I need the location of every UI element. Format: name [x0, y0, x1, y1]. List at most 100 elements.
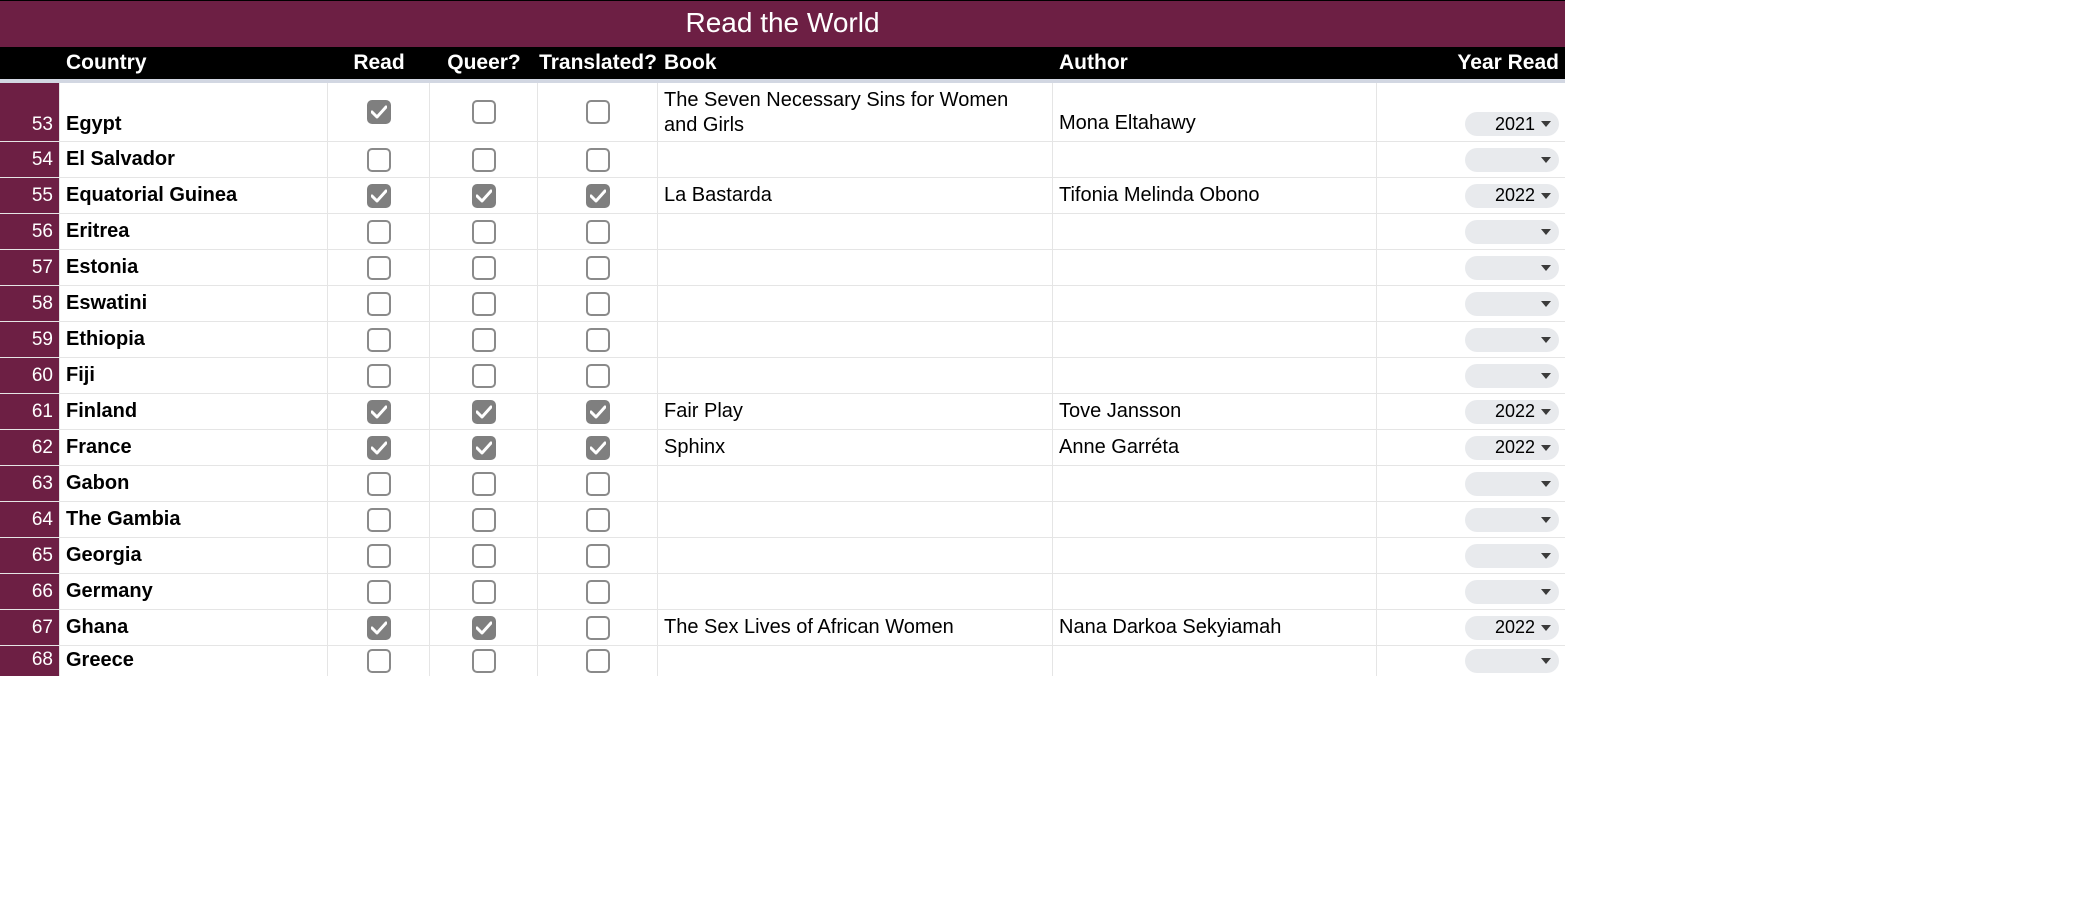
cell-country[interactable]: Germany: [60, 574, 328, 609]
header-queer[interactable]: Queer?: [430, 47, 538, 79]
checkbox-translated[interactable]: [586, 508, 610, 532]
checkbox-queer[interactable]: [472, 400, 496, 424]
cell-translated[interactable]: [538, 466, 658, 501]
cell-read[interactable]: [328, 610, 430, 645]
cell-country[interactable]: Equatorial Guinea: [60, 178, 328, 213]
checkbox-read[interactable]: [367, 649, 391, 673]
cell-queer[interactable]: [430, 178, 538, 213]
cell-author[interactable]: Anne Garréta: [1053, 430, 1377, 465]
cell-translated[interactable]: [538, 286, 658, 321]
checkbox-read[interactable]: [367, 472, 391, 496]
row-number[interactable]: 56: [0, 214, 60, 249]
cell-country[interactable]: Eswatini: [60, 286, 328, 321]
year-dropdown[interactable]: 2021: [1465, 112, 1559, 136]
cell-author[interactable]: [1053, 214, 1377, 249]
row-number[interactable]: 60: [0, 358, 60, 393]
cell-country[interactable]: The Gambia: [60, 502, 328, 537]
checkbox-read[interactable]: [367, 508, 391, 532]
cell-read[interactable]: [328, 502, 430, 537]
checkbox-translated[interactable]: [586, 436, 610, 460]
cell-country[interactable]: France: [60, 430, 328, 465]
cell-queer[interactable]: [430, 610, 538, 645]
year-dropdown[interactable]: [1465, 292, 1559, 316]
year-dropdown[interactable]: [1465, 148, 1559, 172]
cell-queer[interactable]: [430, 214, 538, 249]
cell-queer[interactable]: [430, 358, 538, 393]
cell-year[interactable]: [1377, 322, 1565, 357]
row-number[interactable]: 54: [0, 142, 60, 177]
checkbox-queer[interactable]: [472, 472, 496, 496]
cell-book[interactable]: [658, 214, 1053, 249]
cell-read[interactable]: [328, 646, 430, 676]
header-author[interactable]: Author: [1053, 47, 1377, 79]
row-number[interactable]: 61: [0, 394, 60, 429]
checkbox-translated[interactable]: [586, 472, 610, 496]
header-translated[interactable]: Translated?: [538, 47, 658, 79]
checkbox-read[interactable]: [367, 292, 391, 316]
cell-year[interactable]: [1377, 214, 1565, 249]
checkbox-translated[interactable]: [586, 100, 610, 124]
cell-read[interactable]: [328, 322, 430, 357]
header-read[interactable]: Read: [328, 47, 430, 79]
cell-translated[interactable]: [538, 430, 658, 465]
checkbox-queer[interactable]: [472, 508, 496, 532]
cell-read[interactable]: [328, 250, 430, 285]
checkbox-read[interactable]: [367, 364, 391, 388]
checkbox-translated[interactable]: [586, 292, 610, 316]
header-year[interactable]: Year Read: [1377, 47, 1565, 79]
cell-book[interactable]: [658, 574, 1053, 609]
cell-country[interactable]: Ethiopia: [60, 322, 328, 357]
checkbox-translated[interactable]: [586, 649, 610, 673]
checkbox-translated[interactable]: [586, 364, 610, 388]
checkbox-queer[interactable]: [472, 256, 496, 280]
cell-queer[interactable]: [430, 394, 538, 429]
row-number[interactable]: 65: [0, 538, 60, 573]
row-number[interactable]: 57: [0, 250, 60, 285]
row-number[interactable]: 68: [0, 646, 60, 676]
row-number[interactable]: 67: [0, 610, 60, 645]
cell-country[interactable]: Georgia: [60, 538, 328, 573]
cell-translated[interactable]: [538, 610, 658, 645]
row-number[interactable]: 64: [0, 502, 60, 537]
cell-translated[interactable]: [538, 322, 658, 357]
header-country[interactable]: Country: [60, 47, 328, 79]
row-number[interactable]: 53: [0, 83, 60, 141]
cell-read[interactable]: [328, 466, 430, 501]
checkbox-translated[interactable]: [586, 400, 610, 424]
cell-year[interactable]: [1377, 358, 1565, 393]
year-dropdown[interactable]: [1465, 364, 1559, 388]
cell-book[interactable]: [658, 502, 1053, 537]
cell-author[interactable]: [1053, 466, 1377, 501]
checkbox-read[interactable]: [367, 436, 391, 460]
cell-translated[interactable]: [538, 250, 658, 285]
checkbox-translated[interactable]: [586, 148, 610, 172]
cell-book[interactable]: Fair Play: [658, 394, 1053, 429]
cell-book[interactable]: [658, 250, 1053, 285]
cell-country[interactable]: Greece: [60, 646, 328, 676]
checkbox-queer[interactable]: [472, 292, 496, 316]
cell-year[interactable]: [1377, 286, 1565, 321]
cell-read[interactable]: [328, 538, 430, 573]
checkbox-queer[interactable]: [472, 220, 496, 244]
row-number[interactable]: 66: [0, 574, 60, 609]
cell-book[interactable]: [658, 466, 1053, 501]
cell-translated[interactable]: [538, 83, 658, 141]
cell-author[interactable]: Nana Darkoa Sekyiamah: [1053, 610, 1377, 645]
cell-translated[interactable]: [538, 394, 658, 429]
row-number[interactable]: 62: [0, 430, 60, 465]
checkbox-queer[interactable]: [472, 544, 496, 568]
cell-book[interactable]: [658, 538, 1053, 573]
cell-read[interactable]: [328, 394, 430, 429]
year-dropdown[interactable]: 2022: [1465, 436, 1559, 460]
year-dropdown[interactable]: [1465, 328, 1559, 352]
year-dropdown[interactable]: [1465, 472, 1559, 496]
cell-year[interactable]: 2022: [1377, 610, 1565, 645]
cell-book[interactable]: [658, 358, 1053, 393]
cell-queer[interactable]: [430, 286, 538, 321]
cell-country[interactable]: Gabon: [60, 466, 328, 501]
year-dropdown[interactable]: [1465, 220, 1559, 244]
cell-year[interactable]: [1377, 250, 1565, 285]
checkbox-queer[interactable]: [472, 328, 496, 352]
cell-country[interactable]: Estonia: [60, 250, 328, 285]
cell-author[interactable]: [1053, 538, 1377, 573]
